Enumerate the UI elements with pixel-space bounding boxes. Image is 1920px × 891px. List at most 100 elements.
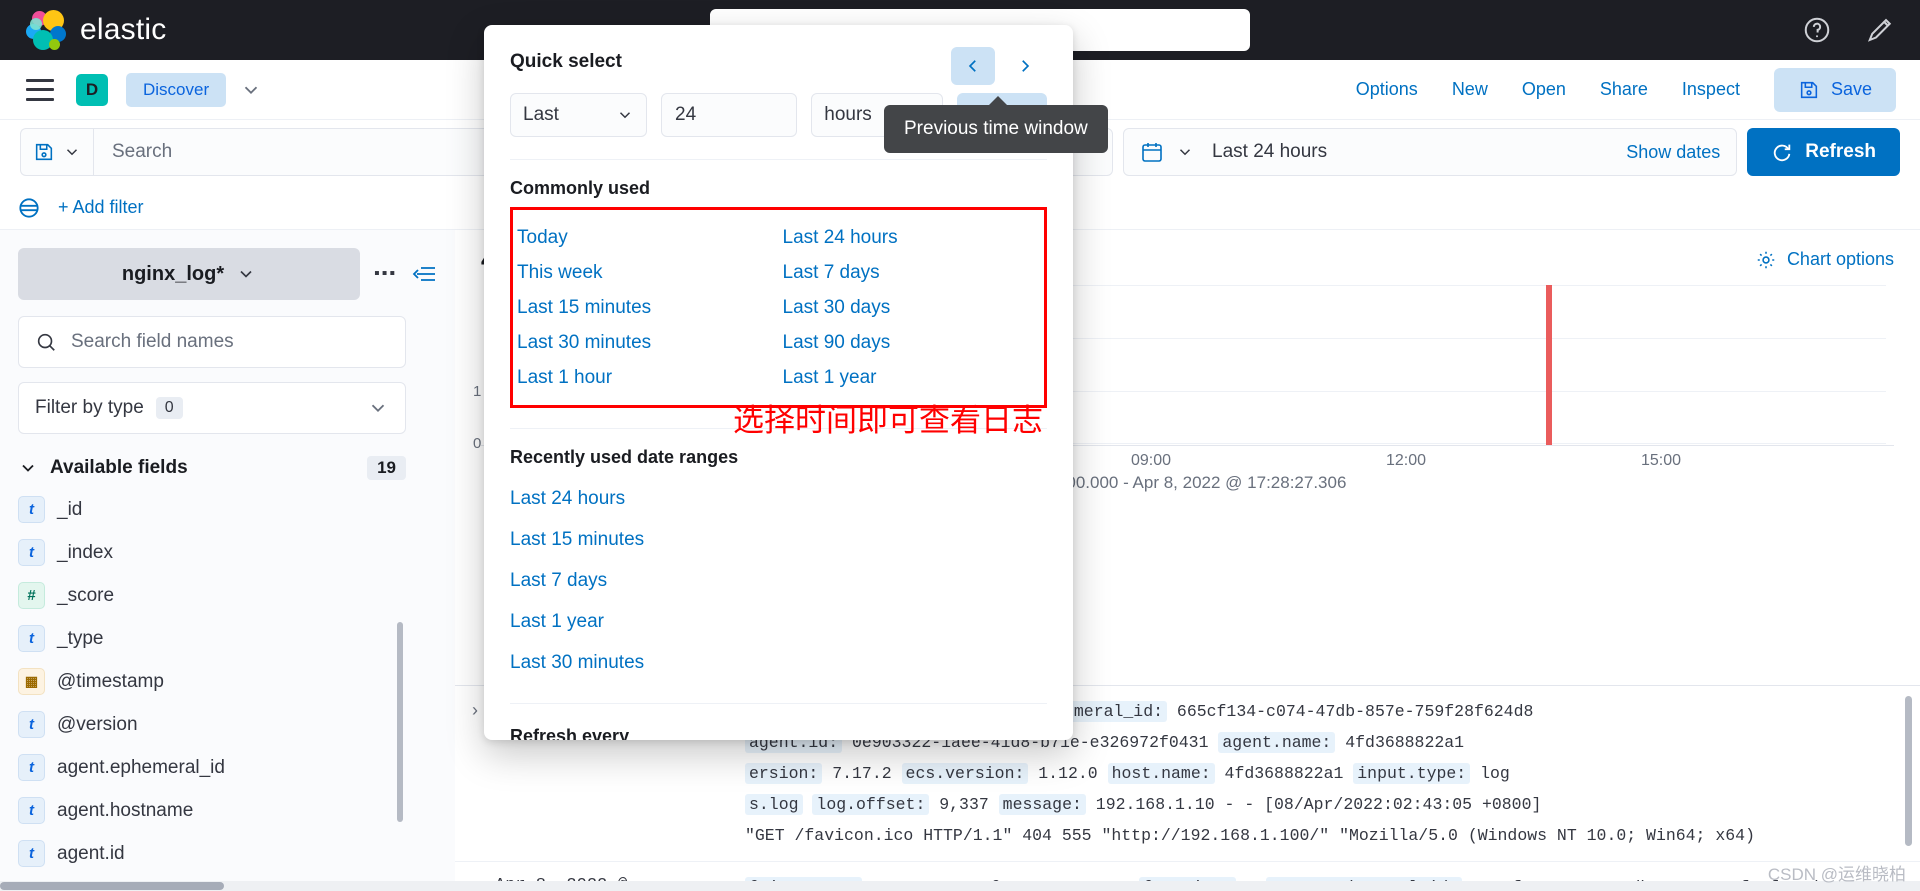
recently-used-item[interactable]: Last 1 year xyxy=(510,601,1047,642)
field-value: 7.17.2 xyxy=(832,764,892,783)
commonly-used-item[interactable]: Last 1 hour xyxy=(513,360,779,395)
filter-by-type-label: Filter by type xyxy=(35,397,144,418)
refresh-icon xyxy=(1771,141,1793,163)
x-tick-1: 09:00 xyxy=(1131,452,1172,469)
commonly-used-list: Today Last 24 hours This week Last 7 days La… xyxy=(510,207,1047,408)
space-avatar[interactable]: D xyxy=(76,73,108,106)
document-field-line: s.log log.offset: 9,337 message: 192.168… xyxy=(745,789,1890,820)
commonly-used-item[interactable]: Last 15 minutes xyxy=(513,290,779,325)
saved-query-button[interactable] xyxy=(20,128,93,176)
available-fields-label: Available fields xyxy=(50,457,188,478)
collapse-sidebar-icon[interactable] xyxy=(411,263,437,285)
commonly-used-item[interactable]: Last 30 days xyxy=(779,290,1045,325)
recently-used-item[interactable]: Last 24 hours xyxy=(510,478,1047,519)
y-tick-1: 1 xyxy=(473,383,482,400)
document-field-line: "GET /favicon.ico HTTP/1.1" 404 555 "htt… xyxy=(745,820,1890,851)
index-pattern-selector[interactable]: nginx_log* xyxy=(18,248,360,300)
string-field-icon: t xyxy=(18,754,45,781)
document-field-line: ersion: 7.17.2 ecs.version: 1.12.0 host.… xyxy=(745,758,1890,789)
documents-scrollbar[interactable] xyxy=(1905,696,1912,846)
help-icon[interactable] xyxy=(1802,15,1832,45)
field-item[interactable]: t _type xyxy=(18,625,437,652)
field-item[interactable]: # _score xyxy=(18,582,437,609)
recently-used-title: Recently used date ranges xyxy=(510,447,739,467)
index-pattern-more-icon[interactable]: ▪▪▪ xyxy=(374,265,397,283)
field-item[interactable]: t @version xyxy=(18,711,437,738)
date-range-value[interactable]: Last 24 hours xyxy=(1212,141,1614,163)
time-window-nav xyxy=(951,47,1047,85)
commonly-used-item[interactable]: Last 1 year xyxy=(779,360,1045,395)
field-name: agent.id xyxy=(57,842,125,864)
feedback-icon[interactable] xyxy=(1866,15,1896,45)
field-item[interactable]: t agent.id xyxy=(18,840,437,867)
field-value: 4fd3688822a1 xyxy=(1345,733,1465,752)
save-query-icon xyxy=(33,141,55,163)
nav-link-new[interactable]: New xyxy=(1452,79,1488,100)
watermark: CSDN @运维晓柏 xyxy=(1767,865,1906,884)
chart-options-button[interactable]: Chart options xyxy=(1755,249,1894,271)
field-key: s.log xyxy=(745,794,803,815)
elastic-logo-brand[interactable]: elastic xyxy=(26,10,166,50)
string-field-icon: t xyxy=(18,840,45,867)
calendar-icon[interactable] xyxy=(1140,140,1164,164)
field-value: log xyxy=(1480,764,1510,783)
chevron-down-icon xyxy=(367,397,389,419)
chart-options-label: Chart options xyxy=(1786,249,1894,269)
search-field-names-input[interactable]: Search field names xyxy=(18,316,406,368)
menu-icon[interactable] xyxy=(26,78,54,101)
x-tick-3: 15:00 xyxy=(1641,452,1682,469)
next-time-window-button[interactable] xyxy=(1003,47,1047,85)
field-item[interactable]: ▦ @timestamp xyxy=(18,668,437,695)
commonly-used-item[interactable]: Last 30 minutes xyxy=(513,325,779,360)
field-item[interactable]: t _index xyxy=(18,539,437,566)
x-tick-2: 12:00 xyxy=(1386,452,1427,469)
field-value: "GET /favicon.ico HTTP/1.1" 404 555 "htt… xyxy=(745,826,1755,845)
filter-by-type-select[interactable]: Filter by type 0 xyxy=(18,382,406,434)
filter-settings-icon[interactable] xyxy=(16,195,42,221)
chevron-down-icon xyxy=(616,106,634,124)
chevron-down-icon[interactable] xyxy=(1176,143,1194,161)
commonly-used-item[interactable]: Last 24 hours xyxy=(779,220,1045,255)
nav-link-open[interactable]: Open xyxy=(1522,79,1566,100)
quick-select-direction[interactable]: Last xyxy=(510,93,648,137)
fields-sidebar: nginx_log* ▪▪▪ Search field names Filter… xyxy=(0,230,455,891)
field-key: input.type: xyxy=(1353,763,1471,784)
breadcrumb-discover[interactable]: Discover xyxy=(126,72,227,107)
commonly-used-item[interactable]: Today xyxy=(513,220,779,255)
recently-used-item[interactable]: Last 7 days xyxy=(510,560,1047,601)
string-field-icon: t xyxy=(18,496,45,523)
commonly-used-item[interactable]: Last 90 days xyxy=(779,325,1045,360)
horizontal-scrollbar[interactable] xyxy=(0,881,1920,891)
refresh-every-title: Refresh every xyxy=(510,726,630,740)
show-dates-button[interactable]: Show dates xyxy=(1626,142,1720,163)
field-item[interactable]: t _id xyxy=(18,496,437,523)
recently-used-item[interactable]: Last 15 minutes xyxy=(510,519,1047,560)
previous-time-window-button[interactable] xyxy=(951,47,995,85)
commonly-used-item[interactable]: This week xyxy=(513,255,779,290)
nav-link-inspect[interactable]: Inspect xyxy=(1682,79,1740,100)
field-key: message: xyxy=(998,794,1086,815)
nav-link-share[interactable]: Share xyxy=(1600,79,1648,100)
field-item[interactable]: t agent.hostname xyxy=(18,797,437,824)
commonly-used-item[interactable]: Last 7 days xyxy=(779,255,1045,290)
add-filter-button[interactable]: + Add filter xyxy=(58,197,144,218)
save-button[interactable]: Save xyxy=(1773,67,1896,112)
date-picker[interactable]: Last 24 hours Show dates xyxy=(1123,128,1738,176)
number-field-icon: # xyxy=(18,582,45,609)
annotation-text: 选择时间即可查看日志 xyxy=(733,403,1043,439)
available-fields-header[interactable]: Available fields 19 xyxy=(18,456,406,480)
quick-select-unit-value: hours xyxy=(824,104,872,125)
field-value: 1.12.0 xyxy=(1038,764,1098,783)
nav-link-options[interactable]: Options xyxy=(1356,79,1418,100)
refresh-button[interactable]: Refresh xyxy=(1747,128,1900,176)
sidebar-scrollbar[interactable] xyxy=(397,622,403,822)
field-key: agent.name: xyxy=(1218,732,1336,753)
field-key: log.offset: xyxy=(812,794,930,815)
quick-select-count-input[interactable]: 24 xyxy=(661,93,798,137)
gear-icon xyxy=(1755,249,1777,271)
search-icon xyxy=(35,331,57,353)
chevron-down-icon[interactable] xyxy=(240,79,262,101)
recently-used-item[interactable]: Last 30 minutes xyxy=(510,642,1047,683)
global-header-actions xyxy=(1802,0,1896,60)
field-item[interactable]: t agent.ephemeral_id xyxy=(18,754,437,781)
